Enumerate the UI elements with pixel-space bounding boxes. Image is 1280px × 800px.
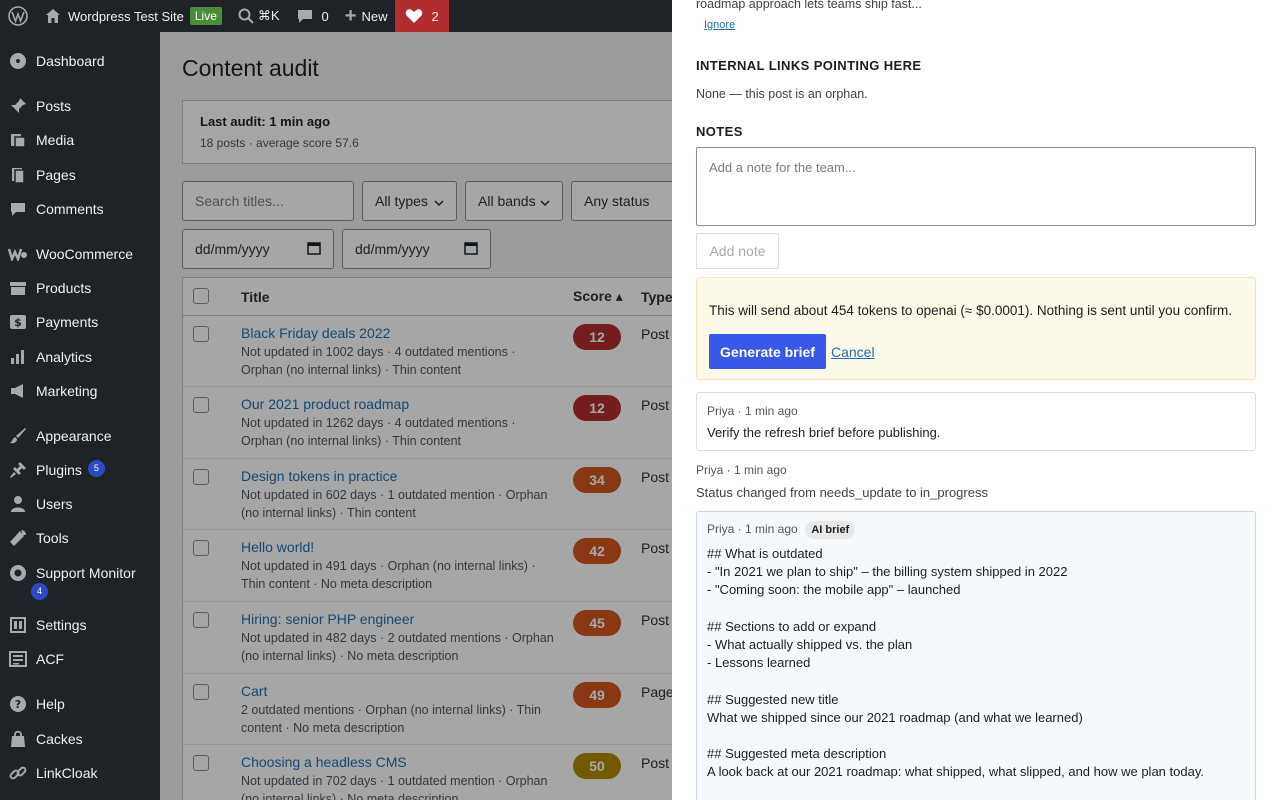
ai-brief-tag: AI brief <box>805 521 856 539</box>
add-note-button[interactable]: Add note <box>696 233 779 269</box>
home-icon <box>44 7 62 25</box>
sidebar-item-support-monitor[interactable]: Support Monitor <box>0 563 160 583</box>
note-textarea[interactable]: Add a note for the team... <box>696 147 1256 226</box>
link-icon <box>8 763 28 783</box>
brief-line: ## What is outdated <box>707 546 823 561</box>
comments-count: 0 <box>321 8 329 24</box>
brief-confirm-box: This will send about 454 tokens to opena… <box>696 277 1256 380</box>
sidebar-item-woocommerce[interactable]: WooCommerce <box>0 244 160 264</box>
sidebar-item-users[interactable]: Users <box>0 494 160 514</box>
products-icon <box>8 278 28 298</box>
plugin-icon <box>8 460 28 480</box>
sidebar-item-tools[interactable]: Tools <box>0 528 160 548</box>
heart-count: 2 <box>431 8 439 24</box>
note-item: Priya · 1 min ago Verify the refresh bri… <box>696 392 1256 451</box>
brief-header: Priya · 1 min ago AI brief <box>707 521 856 539</box>
sidebar-item-products[interactable]: Products <box>0 278 160 298</box>
internal-links-heading: INTERNAL LINKS POINTING HERE <box>696 58 922 73</box>
sidebar-item-marketing[interactable]: Marketing <box>0 381 160 401</box>
sidebar-item-linkcloak[interactable]: LinkCloak <box>0 763 160 783</box>
wordpress-logo-icon[interactable] <box>0 0 36 32</box>
note-text: Verify the refresh brief before publishi… <box>707 425 941 440</box>
token-cost-notice: This will send about 454 tokens to opena… <box>709 303 1232 318</box>
modal-backdrop[interactable] <box>160 32 672 800</box>
cancel-link[interactable]: Cancel <box>831 344 875 360</box>
dashboard-icon <box>8 51 28 71</box>
sidebar-item-cackes[interactable]: Cackes <box>0 729 160 749</box>
site-name: Wordpress Test Site <box>68 8 184 24</box>
new-label: New <box>361 8 388 24</box>
wrench-icon <box>8 528 28 548</box>
brief-line: ## Sections to add or expand <box>707 619 877 634</box>
svg-text:$: $ <box>14 316 22 329</box>
sidebar-item-appearance[interactable]: Appearance <box>0 426 160 446</box>
sidebar-item-help[interactable]: ? Help <box>0 694 160 714</box>
brief-line: ## Suggested new title <box>707 692 839 707</box>
brush-icon <box>8 426 28 446</box>
brief-line: - What actually shipped vs. the plan <box>707 637 913 652</box>
activity-text: Status changed from needs_update to in_p… <box>696 485 988 500</box>
acf-icon <box>8 649 28 669</box>
sidebar-item-acf[interactable]: ACF <box>0 649 160 669</box>
comment-icon <box>296 7 314 25</box>
comments-link[interactable]: 0 <box>288 0 337 32</box>
heart-icon <box>405 8 423 24</box>
brief-line: - "In 2021 we plan to ship" – the billin… <box>707 564 1068 579</box>
shortcut-label: ⌘K <box>257 8 280 23</box>
bag-icon <box>8 729 28 749</box>
brief-line: A look back at our 2021 roadmap: what sh… <box>707 764 1204 779</box>
note-author-time: Priya · 1 min ago <box>707 404 798 418</box>
user-icon <box>8 494 28 514</box>
pin-icon <box>8 96 28 116</box>
sidebar-item-dashboard[interactable]: Dashboard <box>0 51 160 71</box>
svg-text:?: ? <box>15 698 21 711</box>
comment-icon <box>8 199 28 219</box>
sidebar-item-comments[interactable]: Comments <box>0 199 160 219</box>
plugins-update-badge: 5 <box>87 460 105 477</box>
generate-brief-button[interactable]: Generate brief <box>709 334 826 369</box>
sidebar-item-payments[interactable]: $ Payments <box>0 312 160 332</box>
command-palette-button[interactable]: ⌘K <box>230 0 288 32</box>
help-icon: ? <box>8 694 28 714</box>
internal-links-text: None — this post is an orphan. <box>696 87 868 101</box>
ai-brief-card: Priya · 1 min ago AI brief ## What is ou… <box>696 511 1256 800</box>
admin-sidebar: Dashboard Posts Media Pages Comments Woo… <box>0 32 160 800</box>
support-monitor-badge: 4 <box>31 583 48 600</box>
sidebar-item-media[interactable]: Media <box>0 130 160 150</box>
site-name-link[interactable]: Wordpress Test Site Live <box>36 0 230 32</box>
search-icon <box>238 8 254 24</box>
brief-line: - "Coming soon: the mobile app" – launch… <box>707 582 961 597</box>
live-badge: Live <box>189 7 222 25</box>
sidebar-item-analytics[interactable]: Analytics <box>0 347 160 367</box>
analytics-icon <box>8 347 28 367</box>
new-content-button[interactable]: + New <box>337 0 396 32</box>
suggestion-excerpt: roadmap approach lets teams ship fast... <box>696 0 922 11</box>
plus-icon: + <box>344 5 357 27</box>
woo-icon <box>8 244 28 264</box>
post-detail-panel: roadmap approach lets teams ship fast...… <box>672 0 1280 800</box>
megaphone-icon <box>8 381 28 401</box>
brief-line: ## Suggested meta description <box>707 746 887 761</box>
brief-line: - Lessons learned <box>707 655 811 670</box>
brief-author-time: Priya · 1 min ago <box>707 522 798 536</box>
ignore-link[interactable]: Ignore <box>704 19 735 31</box>
media-icon <box>8 130 28 150</box>
payments-icon: $ <box>8 312 28 332</box>
sidebar-item-plugins[interactable]: Plugins 5 <box>0 460 160 480</box>
settings-icon <box>8 615 28 635</box>
notes-heading: NOTES <box>696 124 743 139</box>
sidebar-item-pages[interactable]: Pages <box>0 165 160 185</box>
sidebar-item-posts[interactable]: Posts <box>0 96 160 116</box>
activity-author-time: Priya · 1 min ago <box>696 463 787 477</box>
pages-icon <box>8 165 28 185</box>
support-icon <box>8 563 28 583</box>
brief-line: What we shipped since our 2021 roadmap (… <box>707 710 1083 725</box>
heart-notifications-button[interactable]: 2 <box>395 0 449 32</box>
sidebar-item-settings[interactable]: Settings <box>0 615 160 635</box>
